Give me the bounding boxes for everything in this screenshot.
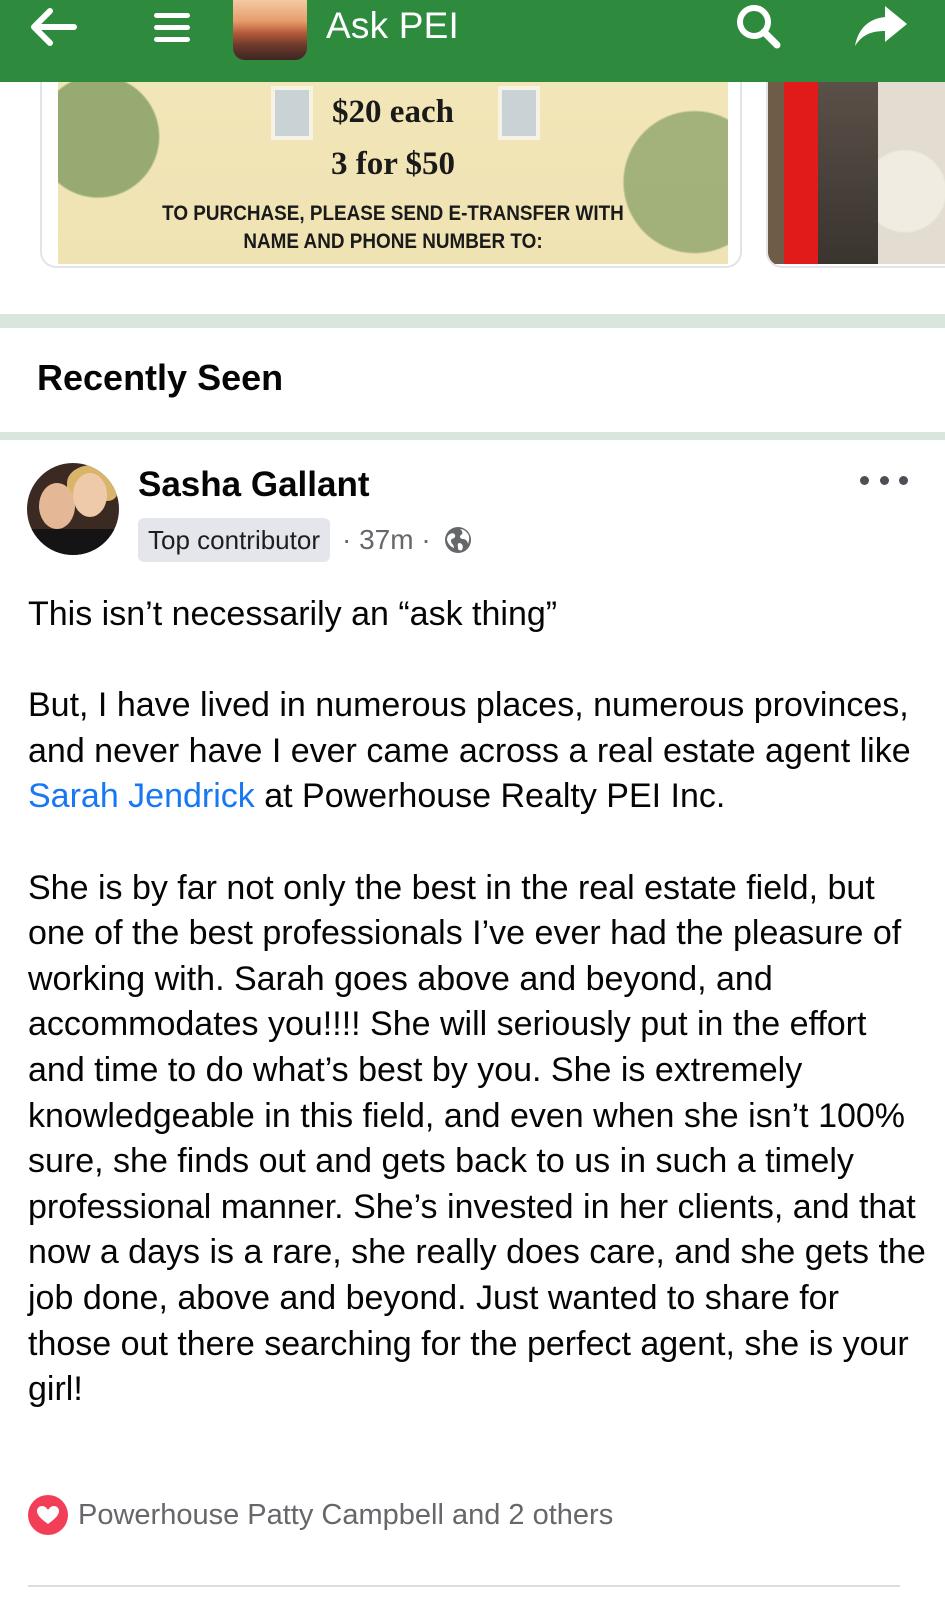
section-divider xyxy=(0,314,945,328)
instruction-line: NAME AND PHONE NUMBER TO: xyxy=(243,230,543,253)
avatar-face xyxy=(39,483,75,529)
paragraph-text: at Powerhouse Realty PEI Inc. xyxy=(264,777,726,816)
group-thumbnail[interactable] xyxy=(233,0,307,60)
dog-image xyxy=(768,82,945,264)
dog-fur xyxy=(878,82,945,264)
avatar-face xyxy=(73,473,107,517)
more-dots-icon xyxy=(860,475,869,485)
heart-icon xyxy=(37,1506,59,1524)
red-stripe xyxy=(784,82,818,264)
back-arrow-icon xyxy=(31,8,77,46)
hamburger-menu-icon xyxy=(154,13,190,42)
search-button[interactable] xyxy=(728,0,788,52)
reactions-summary[interactable]: Powerhouse Patty Campbell and 2 others xyxy=(28,1490,613,1540)
avatar[interactable] xyxy=(27,463,119,555)
price-line: $20 each xyxy=(332,94,454,130)
section-divider xyxy=(0,432,945,440)
paragraph-text: But, I have lived in numerous places, nu… xyxy=(28,686,911,770)
avatar-shirt xyxy=(27,529,119,555)
app-bar: Ask PEI xyxy=(0,0,945,82)
price-line: 3 for $50 xyxy=(330,146,456,182)
divider xyxy=(28,1585,900,1587)
share-arrow-icon xyxy=(855,6,907,46)
love-reaction-icon xyxy=(28,1495,68,1535)
mention-link[interactable]: Sarah Jendrick xyxy=(28,777,255,815)
carousel-card[interactable] xyxy=(766,82,945,268)
post-text[interactable]: This isn’t necessarily an “ask thing” Bu… xyxy=(28,592,928,1413)
author-name[interactable]: Sasha Gallant xyxy=(138,465,369,505)
post-carousel[interactable]: $20 each 3 for $50 TO PURCHASE, PLEASE S… xyxy=(0,82,945,322)
more-dots-icon xyxy=(879,475,889,485)
share-button[interactable] xyxy=(848,0,914,52)
post-time[interactable]: · 37m · xyxy=(342,524,431,556)
menu-button[interactable] xyxy=(142,2,202,52)
reaction-names: Powerhouse Patty Campbell and 2 others xyxy=(78,1498,614,1531)
post-paragraph: But, I have lived in numerous places, nu… xyxy=(28,683,928,820)
instruction-line: TO PURCHASE, PLEASE SEND E-TRANSFER WITH xyxy=(162,202,624,225)
search-icon xyxy=(737,5,781,49)
top-contributor-badge[interactable]: Top contributor xyxy=(138,518,330,562)
more-dots-icon xyxy=(899,475,908,485)
more-options-button[interactable] xyxy=(860,464,908,496)
back-button[interactable] xyxy=(22,2,82,52)
section-title: Recently Seen xyxy=(37,357,284,398)
carousel-card[interactable]: $20 each 3 for $50 TO PURCHASE, PLEASE S… xyxy=(40,82,742,268)
fundraiser-image: $20 each 3 for $50 TO PURCHASE, PLEASE S… xyxy=(58,82,728,264)
post-paragraph: This isn’t necessarily an “ask thing” xyxy=(28,595,558,633)
group-title[interactable]: Ask PEI xyxy=(326,2,459,50)
post-paragraph: She is by far not only the best in the r… xyxy=(28,868,926,1409)
post-meta: Top contributor · 37m · xyxy=(138,517,473,563)
globe-icon xyxy=(444,527,471,553)
